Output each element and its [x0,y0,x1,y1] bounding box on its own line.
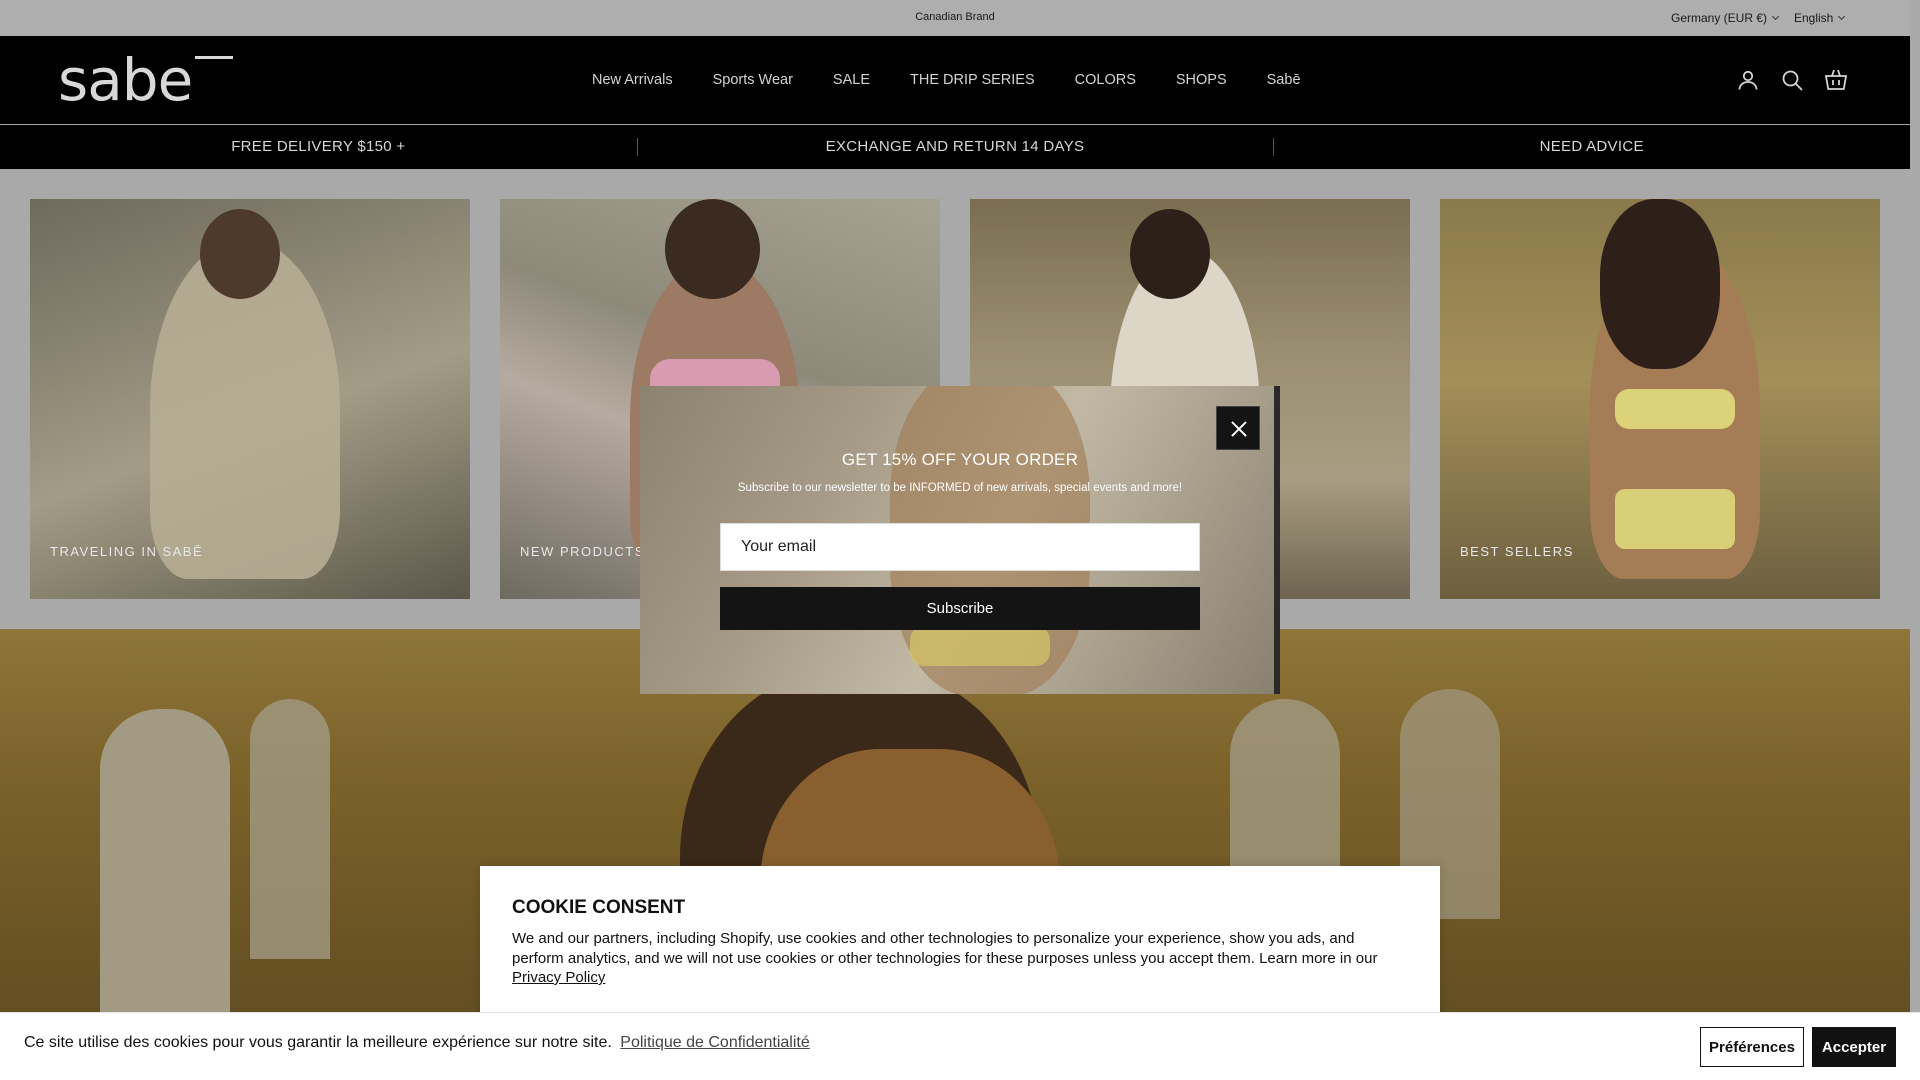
close-icon[interactable] [1216,406,1260,450]
logo-macron [195,56,233,59]
nav-sports-wear[interactable]: Sports Wear [713,72,793,88]
nav-shops[interactable]: SHOPS [1176,72,1227,88]
chevron-down-icon [1771,12,1780,21]
accept-button[interactable]: Accepter [1812,1027,1896,1067]
model-shorts [1615,489,1735,549]
main-nav: New Arrivals Sports Wear SALE THE DRIP S… [592,72,1301,88]
model-head [200,209,280,299]
language-label: English [1794,11,1834,25]
site-header: sabe New Arrivals Sports Wear SALE THE D… [0,36,1910,124]
logo[interactable]: sabe [58,46,193,114]
nav-colors[interactable]: COLORS [1075,72,1136,88]
model-head [665,199,760,299]
nav-sale[interactable]: SALE [833,72,870,88]
consent-body: We and our partners, including Shopify, … [512,929,1402,988]
collection-tile-traveling[interactable]: TRAVELING IN SABĒ [30,199,470,599]
consent-text: We and our partners, including Shopify, … [512,930,1378,967]
usp-strip: FREE DELIVERY $150 + EXCHANGE AND RETURN… [0,125,1910,169]
cart-icon[interactable] [1824,68,1848,92]
model-top [1615,389,1735,429]
nav-new-arrivals[interactable]: New Arrivals [592,72,673,88]
tile-caption: NEW PRODUCTS [520,544,645,559]
tile-image [1440,199,1880,599]
collection-tile-best-sellers[interactable]: BEST SELLERS [1440,199,1880,599]
announcement-bar: Canadian Brand Germany (EUR €) English [0,0,1910,36]
subscribe-button[interactable]: Subscribe [720,587,1200,630]
model-hair [1600,199,1720,369]
newsletter-subtitle: Subscribe to our newsletter to be INFORM… [737,482,1183,494]
model-head [1130,209,1210,299]
cookie-banner-message: Ce site utilise des cookies pour vous ga… [24,1034,810,1052]
usp-need-advice[interactable]: NEED ADVICE [1273,125,1910,169]
search-icon[interactable] [1780,68,1804,92]
tile-caption: TRAVELING IN SABĒ [50,544,204,559]
privacy-policy-fr-link[interactable]: Politique de Confidentialité [620,1034,809,1051]
newsletter-modal: GET 15% OFF YOUR ORDER Subscribe to our … [640,386,1280,694]
email-field[interactable] [720,523,1200,571]
cookie-banner: Ce site utilise des cookies pour vous ga… [0,1012,1920,1080]
preferences-button[interactable]: Préférences [1700,1027,1804,1067]
announcement-text: Canadian Brand [915,11,995,23]
modal-bg-top [910,626,1050,666]
cookie-banner-text: Ce site utilise des cookies pour vous ga… [24,1034,612,1051]
privacy-policy-link[interactable]: Privacy Policy [512,969,605,986]
nav-drip-series[interactable]: THE DRIP SERIES [910,72,1035,88]
tile-image [30,199,470,599]
window-shape [100,709,230,1039]
consent-title: COOKIE CONSENT [512,897,686,918]
header-actions [1736,68,1848,92]
nav-sabe[interactable]: Sabē [1267,72,1301,88]
chevron-down-icon [1838,12,1846,21]
account-icon[interactable] [1736,68,1760,92]
usp-free-delivery[interactable]: FREE DELIVERY $150 + [0,125,637,169]
newsletter-title: GET 15% OFF YOUR ORDER [841,450,1079,469]
language-selector[interactable]: English [1794,11,1846,25]
tile-caption: BEST SELLERS [1460,544,1574,559]
cookie-consent-card: COOKIE CONSENT We and our partners, incl… [480,866,1440,1016]
usp-exchange-return[interactable]: EXCHANGE AND RETURN 14 DAYS [636,125,1274,169]
country-selector[interactable]: Germany (EUR €) [1671,11,1780,25]
window-shape [250,699,330,959]
country-label: Germany (EUR €) [1671,11,1768,25]
